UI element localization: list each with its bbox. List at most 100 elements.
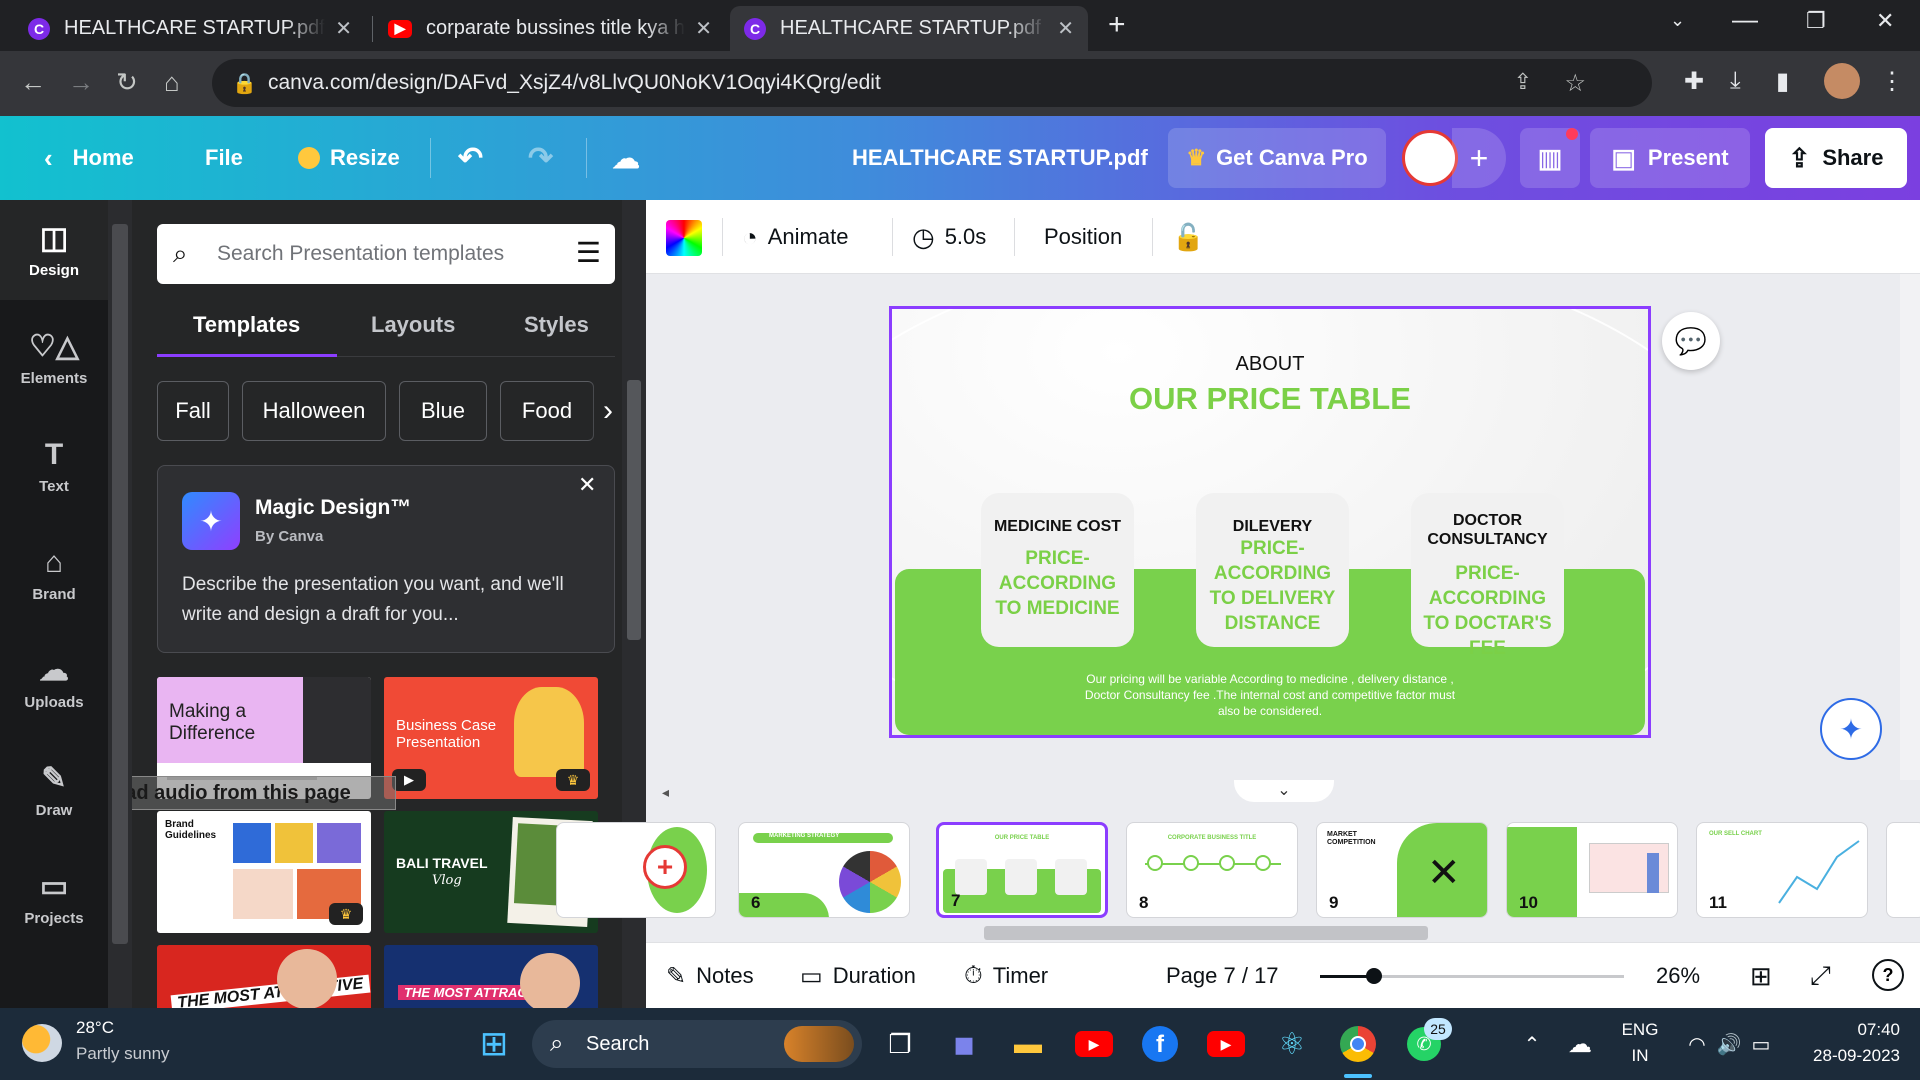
zoom-slider-knob[interactable] [1366, 968, 1383, 984]
timer-button[interactable]: ⏱ Timer [964, 943, 1048, 1009]
teams-icon[interactable]: ◼ [944, 1008, 984, 1080]
forward-icon[interactable]: → [68, 67, 94, 98]
wifi-icon[interactable]: ◠ [1684, 1008, 1710, 1080]
chip-food[interactable]: Food [500, 381, 594, 441]
help-icon[interactable]: ? [1872, 959, 1904, 991]
download-icon[interactable]: ⤓ [1730, 67, 1741, 95]
tab-layouts[interactable]: Layouts [371, 312, 455, 338]
vertical-scrollbar[interactable] [1900, 274, 1920, 780]
search-input[interactable]: ⌕ Search Presentation templates ☰ [157, 224, 615, 284]
position-button[interactable]: Position [1044, 200, 1122, 274]
home-icon[interactable]: ⌂ [164, 67, 180, 98]
template-card[interactable]: THE MOST ATTRACTIVE [157, 945, 371, 1008]
duration-button[interactable]: ◷ 5.0s [912, 200, 986, 274]
close-icon[interactable]: ✕ [578, 472, 596, 498]
slide-canvas[interactable]: ABOUT OUR PRICE TABLE MEDICINE COST PRIC… [889, 306, 1651, 738]
close-tab-icon[interactable]: ✕ [335, 16, 352, 41]
rail-item-projects[interactable]: ▭ Projects [0, 848, 108, 948]
rail-item-draw[interactable]: ✎ Draw [0, 740, 108, 840]
document-title[interactable]: HEALTHCARE STARTUP.pdf [852, 116, 1148, 200]
undo-icon[interactable]: ↶ [458, 116, 483, 200]
browser-tab[interactable]: C HEALTHCARE STARTUP.pdf - Presentation … [14, 6, 366, 51]
fullscreen-icon[interactable]: ⤢ [1810, 943, 1831, 1009]
add-collaborator-button[interactable]: + [1452, 128, 1506, 188]
reload-icon[interactable]: ↻ [116, 67, 138, 98]
add-comment-icon[interactable]: 💬 [1662, 312, 1720, 370]
page-thumbnail-selected[interactable]: OUR PRICE TABLE 7 [936, 822, 1108, 918]
chip-fall[interactable]: Fall [157, 381, 229, 441]
new-tab-button[interactable]: + [1108, 8, 1126, 42]
profile-avatar[interactable] [1824, 63, 1860, 99]
home-button[interactable]: ‹ Home [44, 116, 134, 200]
battery-icon[interactable]: ▭ [1748, 1008, 1774, 1080]
file-explorer-icon[interactable]: ▬ [1008, 1008, 1048, 1080]
youtube-app-icon[interactable]: ▶ [1206, 1008, 1246, 1080]
language-secondary[interactable]: IN [1620, 1046, 1660, 1066]
browser-tab-active[interactable]: C HEALTHCARE STARTUP.pdf - Presentation … [730, 6, 1088, 51]
template-card[interactable]: THE MOST ATTRACTIVE [384, 945, 598, 1008]
filter-icon[interactable]: ☰ [576, 236, 601, 269]
cloud-saved-icon[interactable]: ☁ [612, 116, 640, 200]
taskbar-search[interactable]: ⌕ Search [532, 1020, 862, 1068]
grid-view-icon[interactable]: ⊞ [1750, 943, 1772, 1009]
template-card[interactable]: Brand Guidelines ♛ [157, 811, 371, 933]
clock-time[interactable]: 07:40 [1796, 1020, 1900, 1040]
close-tab-icon[interactable]: ✕ [695, 16, 712, 41]
present-button[interactable]: ▣ Present [1590, 128, 1750, 188]
windows-start-icon[interactable]: ⊞ [474, 1008, 514, 1080]
chip-blue[interactable]: Blue [399, 381, 487, 441]
close-window-button[interactable]: ✕ [1876, 8, 1894, 34]
bookmark-star-icon[interactable]: ☆ [1564, 69, 1586, 98]
chrome-icon[interactable] [1336, 1008, 1380, 1080]
collaborator-avatar[interactable] [1402, 130, 1458, 186]
magic-design-card[interactable]: ✦ Magic Design™ By Canva Describe the pr… [157, 465, 615, 653]
zoom-level[interactable]: 26% [1656, 943, 1700, 1009]
file-button[interactable]: File [205, 116, 243, 200]
rail-item-elements[interactable]: ♡△ Elements [0, 308, 108, 408]
facebook-icon[interactable]: f [1140, 1008, 1180, 1080]
page-thumbnail[interactable]: + [556, 822, 716, 918]
language-primary[interactable]: ENG [1620, 1020, 1660, 1040]
tab-templates[interactable]: Templates [193, 312, 300, 338]
restore-button[interactable]: ❐ [1806, 8, 1826, 34]
onedrive-icon[interactable]: ☁ [1564, 1008, 1596, 1080]
react-icon[interactable]: ⚛ [1272, 1008, 1312, 1080]
rail-item-uploads[interactable]: ☁ Uploads [0, 632, 108, 732]
horizontal-scrollbar[interactable] [646, 922, 1920, 942]
rail-item-design[interactable]: ◫ Design [0, 200, 108, 300]
chevron-down-icon[interactable]: ⌄ [1234, 780, 1334, 802]
clock-date[interactable]: 28-09-2023 [1796, 1046, 1900, 1066]
chevron-up-icon[interactable]: ⌃ [1520, 1008, 1544, 1080]
lock-icon[interactable]: 🔓 [1172, 200, 1204, 274]
sidepanel-icon[interactable]: ▮ [1776, 67, 1789, 96]
page-indicator[interactable]: Page 7 / 17 [1166, 943, 1279, 1009]
youtube-app-icon[interactable]: ▶ [1074, 1008, 1114, 1080]
page-thumbnail[interactable]: MARKET COMPETITION ✕ 9 [1316, 822, 1488, 918]
zoom-slider[interactable] [1320, 968, 1624, 984]
browser-tab[interactable]: ▶ corparate bussines title kya ha - YouT… [374, 6, 726, 51]
page-thumbnail[interactable]: CORPORATE BUSINESS TITLE 8 [1126, 822, 1298, 918]
back-icon[interactable]: ← [20, 67, 46, 98]
page-thumbnail[interactable]: OUR SELL CHART 11 [1696, 822, 1868, 918]
close-tab-icon[interactable]: ✕ [1057, 16, 1074, 41]
browser-menu-icon[interactable]: ⋮ [1880, 67, 1904, 96]
rail-scrollbar[interactable] [108, 200, 132, 1008]
get-canva-pro-button[interactable]: ♛ Get Canva Pro [1168, 128, 1386, 188]
task-view-icon[interactable]: ❐ [880, 1008, 920, 1080]
notes-button[interactable]: ✎ Notes [666, 943, 754, 1009]
share-page-icon[interactable]: ⇪ [1514, 69, 1532, 95]
minimize-button[interactable]: — [1732, 4, 1758, 35]
color-picker-icon[interactable] [666, 220, 702, 256]
template-card[interactable]: Business Case Presentation ▶ ♛ [384, 677, 598, 799]
share-button[interactable]: ⇪ Share [1765, 128, 1907, 188]
resize-button[interactable]: Resize [298, 116, 400, 200]
rail-item-text[interactable]: T Text [0, 416, 108, 516]
page-thumbnail[interactable]: 10 [1506, 822, 1678, 918]
address-bar[interactable]: 🔒 canva.com/design/DAFvd_XsjZ4/v8LlvQU0N… [212, 59, 1652, 107]
duration-toggle-button[interactable]: ▭ Duration [800, 943, 916, 1009]
tab-search-icon[interactable]: ⌄ [1670, 10, 1685, 31]
page-thumbnail[interactable]: MARKETING STRATEGY 6 [738, 822, 910, 918]
download-audio-overlay[interactable]: ▶ Download audio from this page [132, 776, 396, 810]
chip-halloween[interactable]: Halloween [242, 381, 386, 441]
redo-icon[interactable]: ↷ [528, 116, 553, 200]
